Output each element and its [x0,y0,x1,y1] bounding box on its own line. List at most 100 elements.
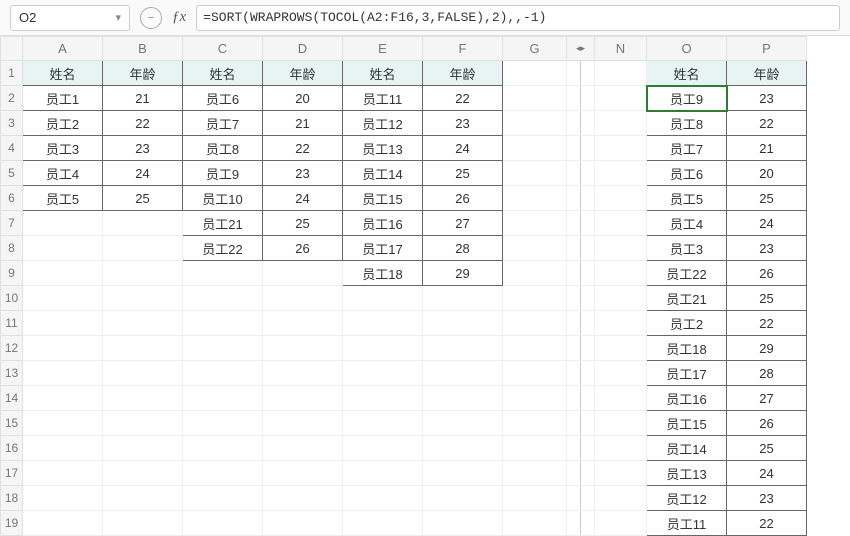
cell[interactable] [183,511,263,536]
cell[interactable] [423,311,503,336]
cell[interactable] [595,261,647,286]
cell[interactable] [595,461,647,486]
cell[interactable]: 员工18 [647,336,727,361]
cell[interactable] [503,436,567,461]
cell[interactable] [503,161,567,186]
cell[interactable] [595,111,647,136]
cell[interactable]: 员工15 [343,186,423,211]
cell[interactable] [103,411,183,436]
cell[interactable] [263,311,343,336]
col-header-C[interactable]: C [183,37,263,61]
cell[interactable] [595,486,647,511]
formula-input[interactable]: =SORT(WRAPROWS(TOCOL(A2:F16,3,FALSE),2),… [196,5,840,31]
cell[interactable] [343,361,423,386]
row-header[interactable]: 4 [1,136,23,161]
cell[interactable] [23,486,103,511]
row-header[interactable]: 17 [1,461,23,486]
cell[interactable] [263,261,343,286]
cell[interactable] [423,511,503,536]
cell[interactable]: 年龄 [727,61,807,86]
cell[interactable]: 21 [727,136,807,161]
cell[interactable] [263,336,343,361]
cell[interactable]: 员工11 [343,86,423,111]
cell[interactable]: 员工14 [647,436,727,461]
cell[interactable]: 员工16 [343,211,423,236]
cell[interactable] [595,286,647,311]
cell[interactable]: 年龄 [103,61,183,86]
cell[interactable] [423,486,503,511]
cell[interactable]: 26 [423,186,503,211]
row-header[interactable]: 10 [1,286,23,311]
col-header-D[interactable]: D [263,37,343,61]
cell[interactable] [103,211,183,236]
cell[interactable] [595,511,647,536]
col-header-B[interactable]: B [103,37,183,61]
cell[interactable]: 员工6 [647,161,727,186]
col-header-A[interactable]: A [23,37,103,61]
cell[interactable]: 员工5 [23,186,103,211]
cell[interactable] [595,136,647,161]
cell[interactable] [23,411,103,436]
cell[interactable] [595,361,647,386]
cell[interactable] [423,411,503,436]
cell[interactable]: 26 [727,261,807,286]
cell[interactable] [183,336,263,361]
cell[interactable] [103,461,183,486]
cell[interactable]: 25 [727,286,807,311]
cell[interactable] [263,436,343,461]
col-header-N[interactable]: N [595,37,647,61]
cell[interactable] [103,361,183,386]
cell[interactable] [103,261,183,286]
cell[interactable]: 员工9 [183,161,263,186]
cell[interactable]: 员工17 [343,236,423,261]
cell[interactable] [23,261,103,286]
cell[interactable]: 员工8 [647,111,727,136]
cell[interactable]: 22 [727,111,807,136]
cell[interactable] [103,311,183,336]
cell[interactable]: 25 [727,186,807,211]
cell[interactable] [503,236,567,261]
cell[interactable]: 员工17 [647,361,727,386]
row-header[interactable]: 5 [1,161,23,186]
cell[interactable] [103,336,183,361]
cell[interactable]: 26 [727,411,807,436]
cell[interactable]: 员工12 [647,486,727,511]
cell[interactable]: 员工4 [23,161,103,186]
spreadsheet-grid[interactable]: A B C D E F G ◂▸ N O P 1姓名年龄姓名年龄姓名年龄姓名年龄… [0,36,807,536]
cell[interactable]: 员工14 [343,161,423,186]
cell[interactable]: 员工16 [647,386,727,411]
cell[interactable]: 25 [727,436,807,461]
cell[interactable]: 年龄 [263,61,343,86]
cell[interactable]: 28 [727,361,807,386]
cell[interactable] [183,411,263,436]
row-header[interactable]: 8 [1,236,23,261]
cell[interactable]: 21 [103,86,183,111]
cell[interactable]: 员工13 [647,461,727,486]
cell[interactable]: 27 [423,211,503,236]
row-header[interactable]: 19 [1,511,23,536]
cell[interactable]: 29 [423,261,503,286]
cell[interactable]: 员工22 [647,261,727,286]
cell[interactable] [503,286,567,311]
cell[interactable] [23,461,103,486]
cell[interactable]: 20 [263,86,343,111]
cell[interactable]: 员工15 [647,411,727,436]
cell[interactable]: 员工7 [647,136,727,161]
fx-icon[interactable]: ƒx [172,9,186,26]
cell[interactable] [343,386,423,411]
cell[interactable] [103,236,183,261]
cell[interactable]: 员工7 [183,111,263,136]
cell[interactable]: 24 [727,211,807,236]
cell[interactable]: 员工1 [23,86,103,111]
column-split-handle[interactable]: ◂▸ [567,37,595,61]
col-header-P[interactable]: P [727,37,807,61]
cell[interactable] [183,436,263,461]
row-header[interactable]: 14 [1,386,23,411]
cell[interactable] [183,261,263,286]
cell[interactable] [183,461,263,486]
cancel-formula-button[interactable]: − [140,7,162,29]
cell[interactable] [263,286,343,311]
cell[interactable] [263,361,343,386]
cell[interactable] [343,436,423,461]
cell[interactable]: 24 [103,161,183,186]
